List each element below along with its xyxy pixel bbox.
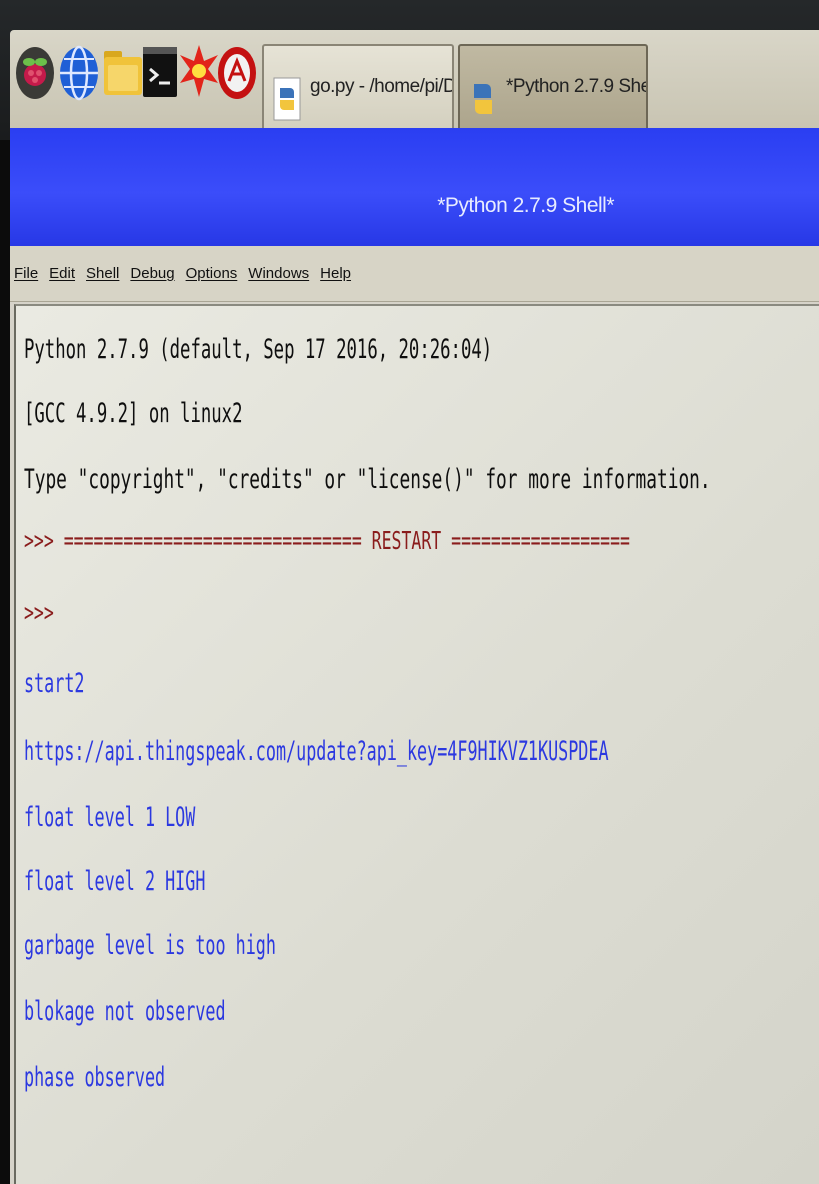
menu-file[interactable]: File [14,265,38,282]
shell-output-line: garbage level is too high [24,930,276,961]
shell-text-area[interactable]: Python 2.7.9 (default, Sep 17 2016, 20:2… [14,304,819,1184]
shell-output-line: phase observed [24,1062,166,1093]
shell-restart-line: >>> ============================== RESTA… [24,526,630,555]
menu-edit[interactable]: Edit [49,265,75,282]
shell-info-line: Type "copyright", "credits" or "license(… [24,464,711,495]
menu-bar: File Edit Shell Debug Options Windows He… [10,246,819,302]
file-manager-icon[interactable] [102,40,144,102]
menu-help[interactable]: Help [320,265,351,282]
taskbar: go.py - /home/pi/De... *Python 2.7.9 She… [0,0,819,154]
terminal-icon[interactable] [140,40,182,102]
python-file-icon [273,77,301,121]
raspberry-menu-icon[interactable] [14,40,56,102]
idle-shell-window: *Python 2.7.9 Shell* File Edit Shell Deb… [10,128,819,1184]
shell-output-line: blokage not observed [24,996,226,1027]
shell-gcc-line: [GCC 4.9.2] on linux2 [24,398,243,429]
python-shell-icon [474,84,492,114]
shell-output-line: float level 2 HIGH [24,866,206,897]
taskbar-button-label: *Python 2.7.9 Shell* [506,76,648,97]
web-browser-icon[interactable] [58,40,100,102]
wolfram-icon[interactable] [216,40,258,102]
shell-output-line: start2 [24,668,85,699]
taskbar-button-label: go.py - /home/pi/De... [310,76,452,97]
shell-output-line: float level 1 LOW [24,802,196,833]
window-title: *Python 2.7.9 Shell* [437,194,614,217]
menu-shell[interactable]: Shell [86,265,119,282]
shell-version-line: Python 2.7.9 (default, Sep 17 2016, 20:2… [24,334,493,365]
menu-options[interactable]: Options [186,265,238,282]
window-titlebar[interactable]: *Python 2.7.9 Shell* [10,128,819,246]
shell-prompt: >>> [24,598,54,627]
math-kernel-icon[interactable] [178,40,220,102]
menu-windows[interactable]: Windows [248,265,309,282]
menu-debug[interactable]: Debug [130,265,174,282]
shell-output-line: https://api.thingspeak.com/update?api_ke… [24,736,609,767]
